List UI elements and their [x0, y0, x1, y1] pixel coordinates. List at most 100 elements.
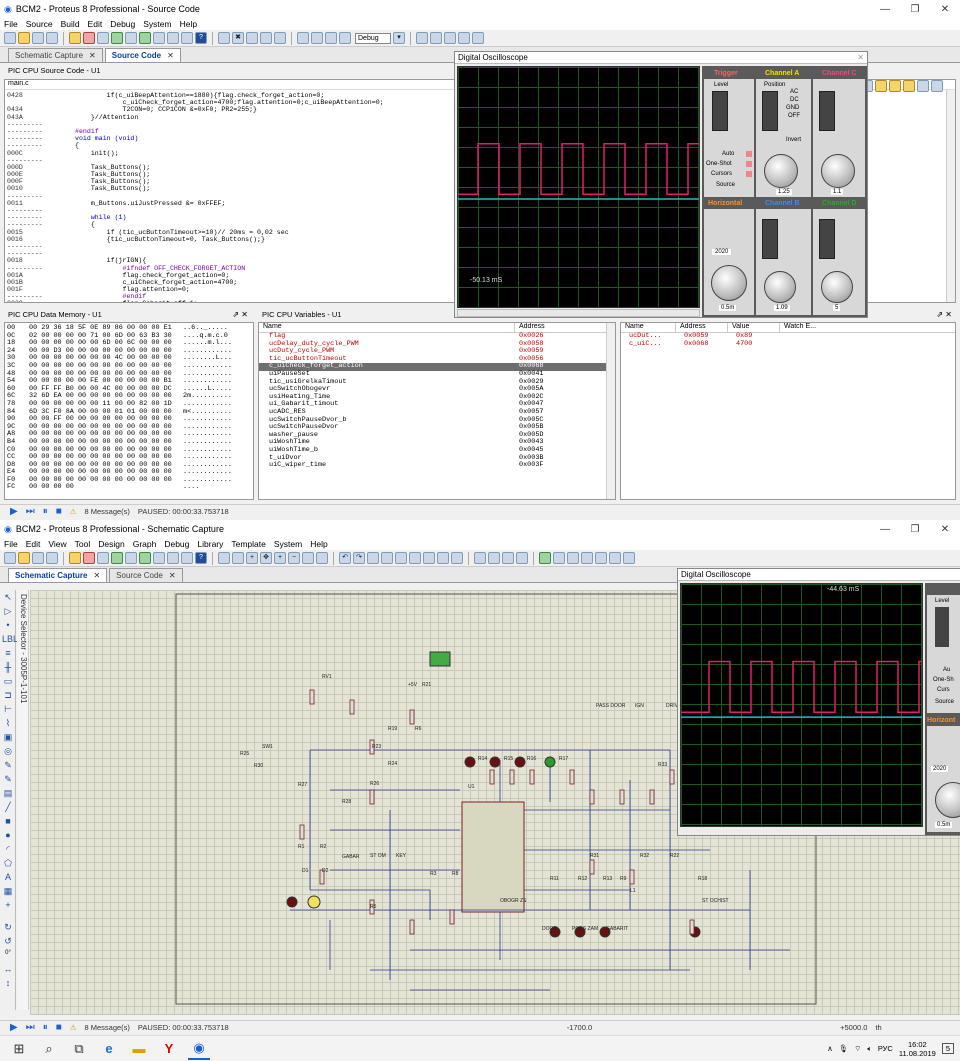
paste-icon[interactable]: [395, 552, 407, 564]
watch-row[interactable]: c_uiC... 0x0068 4700: [621, 340, 955, 349]
block-copy-icon[interactable]: [409, 552, 421, 564]
cursors-checkbox[interactable]: [746, 171, 752, 177]
col-address-header[interactable]: Address: [515, 323, 605, 332]
delete-icon[interactable]: ✖: [232, 32, 244, 44]
property-tool-icon[interactable]: [567, 552, 579, 564]
close-button[interactable]: ✕: [930, 4, 960, 15]
watch-col-expression[interactable]: Watch E...: [780, 323, 840, 332]
angle-field[interactable]: 0°: [2, 950, 14, 962]
save-icon[interactable]: [32, 552, 44, 564]
circle-icon[interactable]: ●: [2, 830, 14, 842]
text-script-icon[interactable]: ≡: [2, 648, 14, 660]
symbol-icon[interactable]: ▦: [2, 886, 14, 898]
language-indicator[interactable]: РУС: [878, 1044, 893, 1053]
open-folder-icon[interactable]: [18, 32, 30, 44]
tape-recorder-icon[interactable]: ▣: [2, 732, 14, 744]
tab-source-code[interactable]: Source Code ✕: [109, 568, 183, 582]
decompose-icon[interactable]: [516, 552, 528, 564]
pause-icon[interactable]: ⏸: [43, 506, 48, 517]
play-icon[interactable]: ▶: [10, 506, 18, 517]
mirror-x-icon[interactable]: ↔: [2, 964, 14, 976]
auto-checkbox[interactable]: [746, 151, 752, 157]
selection-mode-icon[interactable]: ↖: [2, 592, 14, 604]
save-icon[interactable]: [32, 32, 44, 44]
gerber-icon[interactable]: [111, 32, 123, 44]
level-slider[interactable]: [935, 607, 949, 647]
notification-icon[interactable]: 5: [941, 1043, 954, 1054]
pick-device-icon[interactable]: [474, 552, 486, 564]
step-icon[interactable]: ⏭: [26, 506, 35, 517]
new-file-icon[interactable]: [4, 32, 16, 44]
data-memory-view[interactable]: 00 00 29 36 18 5F 0E 89 86 00 00 00 E1 ..6…: [4, 322, 254, 500]
watch-col-address[interactable]: Address: [676, 323, 728, 332]
oscilloscope-window[interactable]: Digital Oscilloscope ✕ -50.13 mS Trigger …: [454, 51, 868, 318]
variable-row[interactable]: uiWoshTime_b 0x0045: [259, 446, 615, 455]
netlist-icon[interactable]: [609, 552, 621, 564]
file-explorer-icon[interactable]: ▬: [128, 1038, 150, 1060]
redo-icon[interactable]: ↷: [353, 552, 365, 564]
stop-icon[interactable]: ■: [56, 1022, 62, 1033]
virtual-instrument-icon[interactable]: ▤: [2, 788, 14, 800]
rebuild-icon[interactable]: [311, 32, 323, 44]
config-dropdown-icon[interactable]: ▾: [393, 32, 405, 44]
position-slider[interactable]: [819, 91, 835, 131]
channel-d-volts-knob[interactable]: [821, 271, 853, 303]
timebase-knob[interactable]: [711, 265, 747, 301]
play-icon[interactable]: ▶: [10, 1022, 18, 1033]
proteus-icon[interactable]: ◉: [188, 1038, 210, 1060]
undo-icon[interactable]: ↶: [339, 552, 351, 564]
menu-design[interactable]: Design: [98, 539, 124, 549]
watch-row[interactable]: ucDut... 0x0059 0x89: [621, 332, 955, 341]
step-icon[interactable]: [416, 32, 428, 44]
zoom-all-icon[interactable]: [302, 552, 314, 564]
position-slider[interactable]: [762, 219, 778, 259]
microphone-icon[interactable]: 🎙︎: [839, 1044, 849, 1053]
channel-c-volts-knob[interactable]: [821, 154, 855, 188]
search-icon[interactable]: ⌕: [38, 1038, 60, 1060]
library-icon[interactable]: [181, 552, 193, 564]
network-icon[interactable]: ⌔: [854, 1044, 861, 1054]
maximize-button[interactable]: ❐: [900, 4, 930, 15]
tab-schematic-capture[interactable]: Schematic Capture ✕: [8, 568, 108, 582]
menu-template[interactable]: Template: [231, 539, 266, 549]
pause-icon[interactable]: ⏸: [43, 1022, 48, 1033]
scope-scrollbar[interactable]: [457, 309, 700, 317]
bom-icon[interactable]: [139, 552, 151, 564]
stop-icon[interactable]: ■: [56, 506, 62, 517]
3d-icon[interactable]: [125, 552, 137, 564]
grid-icon[interactable]: [232, 552, 244, 564]
menu-debug[interactable]: Debug: [164, 539, 189, 549]
voltage-probe-icon[interactable]: ✎: [2, 760, 14, 772]
schematic-icon[interactable]: [83, 32, 95, 44]
component-mode-icon[interactable]: ▷: [2, 606, 14, 618]
terminal-icon[interactable]: ⊐: [2, 690, 14, 702]
step-out-icon[interactable]: [903, 80, 915, 92]
subcircuit-icon[interactable]: ▭: [2, 676, 14, 688]
new-file-icon[interactable]: [4, 552, 16, 564]
menu-tool[interactable]: Tool: [75, 539, 91, 549]
config-icon[interactable]: [339, 32, 351, 44]
step-into-icon[interactable]: [875, 80, 887, 92]
help-icon[interactable]: ?: [195, 32, 207, 44]
memory-row[interactable]: FC 00 00 00 00....: [7, 484, 251, 492]
build-icon[interactable]: [297, 32, 309, 44]
package-tool-icon[interactable]: [502, 552, 514, 564]
pcb-icon[interactable]: [97, 552, 109, 564]
text-icon[interactable]: A: [2, 872, 14, 884]
menu-file[interactable]: File: [4, 19, 18, 29]
notes-icon[interactable]: [153, 32, 165, 44]
paste-icon[interactable]: [260, 32, 272, 44]
task-view-icon[interactable]: ⧉: [68, 1038, 90, 1060]
menu-edit[interactable]: Edit: [88, 19, 103, 29]
block-delete-icon[interactable]: [451, 552, 463, 564]
watch-col-value[interactable]: Value: [728, 323, 780, 332]
notes-icon[interactable]: [153, 552, 165, 564]
maximize-button[interactable]: ❐: [900, 524, 930, 535]
graph-mode-icon[interactable]: ⌇: [2, 718, 14, 730]
rotate-cw-icon[interactable]: ↻: [2, 922, 14, 934]
build-config-select[interactable]: Debug: [355, 32, 391, 44]
arc-icon[interactable]: ◜: [2, 844, 14, 856]
open-folder-icon[interactable]: [18, 552, 30, 564]
gerber-icon[interactable]: [111, 552, 123, 564]
tray-chevron-icon[interactable]: ∧: [827, 1044, 833, 1053]
